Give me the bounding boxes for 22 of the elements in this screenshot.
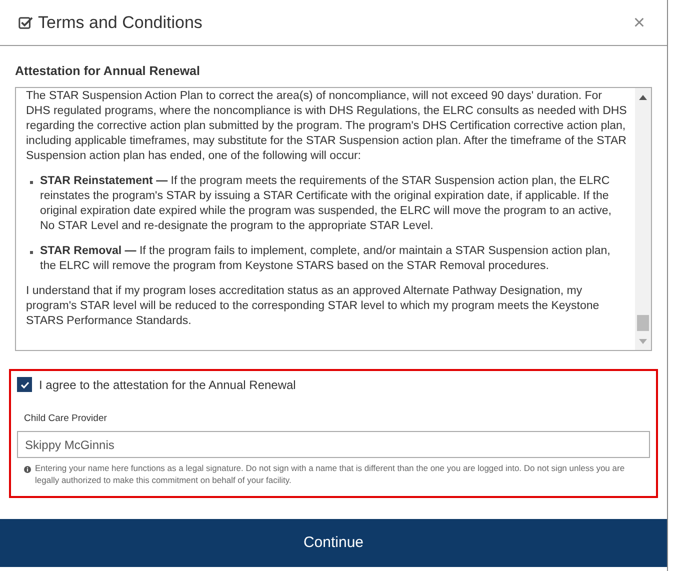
check-icon (20, 380, 30, 390)
terms-bullet-item: STAR Reinstatement — If the program meets the requirements of the STAR Suspension action plan, the ELRC reinstates the program's STAR by issuing a STAR Certificate with the original expiration date, if applicable. If the original expiration date expired while the program was suspended, the ELRC will move the program to an active, No STAR Level and re-designate the program to the appropriate STAR Level. (40, 174, 612, 234)
continue-button[interactable]: Continue (0, 519, 667, 567)
terms-paragraph: The STAR Suspension Action Plan to correct the area(s) of noncompliance, will not exceed 90 days' duration. For DHS regulated programs, where the noncompliance is with DHS Regulations, the ELRC consults as needed with DHS regarding the corrective action plan submitted by the program. The program's DHS Certification corrective action plan, including applicable timeframes, may substitute for the STAR Suspension action plan. After the timeframe of the STAR Suspension action plan has ended, one of the following will occur: (26, 88, 628, 164)
checkbox-icon (18, 15, 33, 30)
agree-label: I agree to the attestation for the Annual Renewal (39, 376, 296, 394)
bullet-icon (30, 180, 33, 184)
bullet-icon (30, 250, 33, 254)
scroll-down-icon[interactable] (639, 338, 647, 345)
agree-checkbox[interactable] (17, 377, 32, 392)
close-button[interactable]: × (633, 12, 645, 32)
field-label: Child Care Provider (24, 412, 108, 426)
terms-bullet-item: STAR Removal — If the program fails to implement, complete, and/or maintain a STAR Suspension action plan, the ELRC will remove the program from Keystone STARS based on the STAR Removal procedures. (40, 244, 612, 274)
scroll-thumb[interactable] (637, 314, 649, 331)
name-field[interactable]: Skippy McGinnis (17, 431, 650, 458)
scroll-up-icon[interactable] (639, 94, 647, 100)
signature-note: Entering your name here functions as a legal signature. Do not sign with a name that is different than the one you are logged into. Do not sign unless you are legally authorized to make this commitment on behalf of your facility. (35, 463, 626, 486)
info-icon (24, 466, 31, 473)
scrollbar[interactable] (635, 88, 651, 350)
terms-paragraph: I understand that if my program loses accreditation status as an approved Alternate Pathway Designation, my program's STAR level will be reduced to the corresponding STAR level to which my program meets the Keystone STARS Performance Standards. (26, 284, 600, 329)
section-title: Attestation for Annual Renewal (15, 63, 201, 80)
dialog-title: Terms and Conditions (38, 12, 202, 34)
